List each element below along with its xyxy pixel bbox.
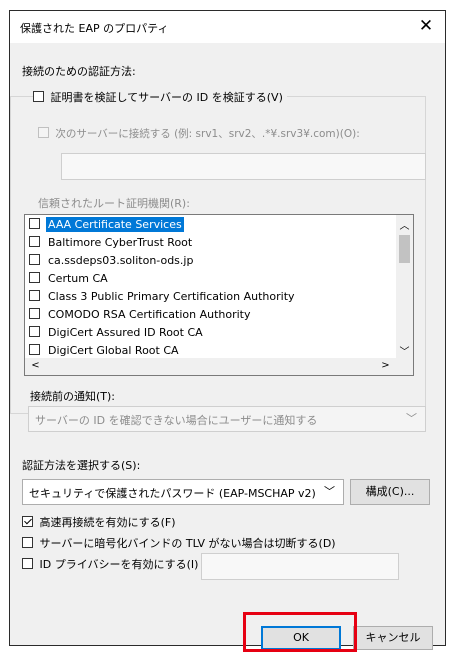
ca-list-item[interactable]: AAA Certificate Services [29, 217, 184, 236]
notify-value: サーバーの ID を確認できない場合にユーザーに通知する [35, 414, 318, 427]
ca-list-item[interactable]: Certum CA [29, 272, 110, 290]
ca-name: AAA Certificate Services [46, 217, 184, 232]
identity-privacy-row[interactable]: ID プライバシーを有効にする(I) [22, 556, 198, 572]
identity-privacy-field [201, 553, 399, 580]
notify-select: サーバーの ID を確認できない場合にユーザーに通知する ﹀ [28, 406, 426, 432]
ca-checkbox[interactable] [29, 290, 40, 301]
scroll-right-icon[interactable]: > [377, 360, 394, 371]
scroll-up-icon[interactable]: ︿ [396, 217, 413, 232]
ca-checkbox[interactable] [29, 308, 40, 319]
scroll-thumb[interactable] [399, 235, 410, 263]
auth-method-value: セキュリティで保護されたパスワード (EAP-MSCHAP v2) [29, 487, 316, 500]
ca-name: COMODO RSA Certification Authority [48, 308, 251, 321]
auth-heading: 接続のための認証方法: [22, 65, 136, 78]
fast-reconnect-label: 高速再接続を有効にする(F) [39, 516, 176, 529]
chevron-down-icon: ﹀ [406, 412, 417, 425]
ca-list-item[interactable]: COMODO RSA Certification Authority [29, 308, 253, 326]
disconnect-tlv-label: サーバーに暗号化バインドの TLV がない場合は切断する(D) [39, 537, 336, 550]
ca-name: ca.ssdeps03.soliton-ods.jp [48, 254, 194, 267]
ca-checkbox[interactable] [29, 254, 40, 265]
ca-checkbox[interactable] [29, 326, 40, 337]
server-names-field [61, 153, 426, 180]
ca-name: DigiCert Global Root CA [48, 344, 179, 357]
scroll-down-icon[interactable]: ﹀ [396, 343, 413, 358]
verify-cert-checkbox-row[interactable]: 証明書を検証してサーバーの ID を検証する(V) [33, 89, 287, 105]
scrollbar-corner [396, 358, 413, 375]
verify-cert-checkbox[interactable] [33, 91, 44, 102]
auth-method-select[interactable]: セキュリティで保護されたパスワード (EAP-MSCHAP v2) ﹀ [22, 479, 344, 505]
ca-list-item[interactable]: DigiCert Assured ID Root CA [29, 326, 205, 344]
ca-name: Certum CA [48, 272, 108, 285]
ca-checkbox[interactable] [29, 218, 40, 229]
ca-checkbox[interactable] [29, 272, 40, 283]
connect-servers-label: 次のサーバーに接続する (例: srv1、srv2、.*¥.srv3¥.com)… [55, 128, 360, 140]
fast-reconnect-row[interactable]: 高速再接続を有効にする(F) [22, 514, 176, 530]
cancel-button[interactable]: キャンセル [353, 626, 433, 650]
identity-privacy-label: ID プライバシーを有効にする(I) [39, 558, 199, 571]
notify-label: 接続前の通知(T): [30, 390, 116, 403]
verify-cert-label: 証明書を検証してサーバーの ID を検証する(V) [50, 91, 283, 104]
ca-checkbox[interactable] [29, 344, 40, 355]
ca-name: DigiCert Assured ID Root CA [48, 326, 203, 339]
vertical-scrollbar[interactable]: ︿ ﹀ [396, 215, 413, 359]
ok-highlight-box [243, 612, 357, 652]
title-bar: 保護された EAP のプロパティ ✕ [10, 11, 445, 43]
trusted-root-ca-list[interactable]: AAA Certificate Services Baltimore CyberT… [24, 214, 414, 376]
configure-button[interactable]: 構成(C)... [350, 479, 430, 505]
ca-list-item[interactable]: Baltimore CyberTrust Root [29, 236, 194, 254]
ca-name: Class 3 Public Primary Certification Aut… [48, 290, 295, 303]
fast-reconnect-checkbox[interactable] [22, 516, 33, 527]
chevron-down-icon: ﹀ [324, 485, 335, 498]
disconnect-tlv-checkbox[interactable] [22, 537, 33, 548]
ca-list-item[interactable]: Class 3 Public Primary Certification Aut… [29, 290, 297, 308]
ca-list-item[interactable]: ca.ssdeps03.soliton-ods.jp [29, 254, 195, 272]
close-icon[interactable]: ✕ [416, 16, 436, 36]
scroll-left-icon[interactable]: < [27, 360, 44, 371]
ca-checkbox[interactable] [29, 236, 40, 247]
identity-privacy-checkbox[interactable] [22, 558, 33, 569]
trusted-root-label: 信頼されたルート証明機関(R): [38, 197, 190, 210]
ca-name: Baltimore CyberTrust Root [48, 236, 193, 249]
method-label: 認証方法を選択する(S): [22, 459, 141, 472]
connect-servers-checkbox [38, 127, 49, 138]
disconnect-tlv-row[interactable]: サーバーに暗号化バインドの TLV がない場合は切断する(D) [22, 535, 336, 551]
connect-servers-row: 次のサーバーに接続する (例: srv1、srv2、.*¥.srv3¥.com)… [38, 126, 360, 141]
horizontal-scrollbar[interactable]: < > [25, 358, 396, 375]
window-title: 保護された EAP のプロパティ [20, 22, 169, 35]
